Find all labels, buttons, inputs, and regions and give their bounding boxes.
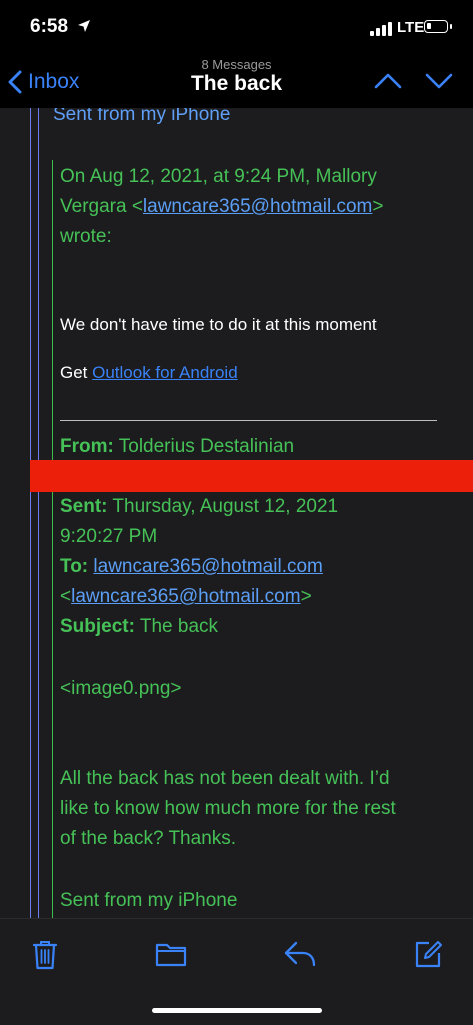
body-line: We don't have time to do it at this mome… xyxy=(60,315,377,334)
sent-line: Sent: Thursday, August 12, 2021 xyxy=(60,492,338,522)
quote-intro-text: Vergara < xyxy=(60,196,143,217)
paragraph-line-2: like to know how much more for the rest xyxy=(60,798,396,819)
paragraph-line-3: of the back? Thanks. xyxy=(60,828,237,849)
sent-time: 9:20:27 PM xyxy=(60,526,158,547)
paragraph-line-1: All the back has not been dealt with. I’… xyxy=(60,768,390,789)
quote-intro-close: > xyxy=(372,196,384,217)
divider xyxy=(60,420,437,421)
to-lt: < xyxy=(60,586,72,607)
subject-line: Subject: The back xyxy=(60,612,218,642)
from-line: From: Tolderius Destalinian xyxy=(60,432,294,462)
redaction-bar xyxy=(30,460,473,492)
outlook-link[interactable]: Outlook for Android xyxy=(92,363,238,382)
get-outlook-line: Get Outlook for Android xyxy=(60,358,238,388)
battery-icon xyxy=(424,20,452,33)
next-message-button[interactable] xyxy=(424,70,454,92)
to-gt: > xyxy=(300,586,312,607)
status-bar: 6:58 LTE xyxy=(0,0,473,54)
from-label: From: xyxy=(60,436,114,457)
trash-icon[interactable] xyxy=(32,939,58,971)
quote-bar-3 xyxy=(52,160,53,918)
status-time: 6:58 xyxy=(30,16,69,37)
attachment-placeholder: <image0.png> xyxy=(60,678,182,699)
previous-message-button[interactable] xyxy=(373,70,403,92)
sent-value: Thursday, August 12, 2021 xyxy=(107,496,339,517)
quote-intro-line-1: On Aug 12, 2021, at 9:24 PM, Mallory xyxy=(60,166,377,187)
to-line-2: <lawncare365@hotmail.com> xyxy=(60,582,312,612)
subject-value: The back xyxy=(134,616,219,637)
location-arrow-icon xyxy=(78,20,90,32)
get-label: Get xyxy=(60,363,93,382)
network-label: LTE xyxy=(397,19,425,36)
reply-icon[interactable] xyxy=(283,939,317,969)
message-body[interactable]: Sent from my iPhone On Aug 12, 2021, at … xyxy=(0,108,473,918)
to-line: To: lawncare365@hotmail.com xyxy=(60,552,323,582)
quote-bar-1 xyxy=(30,108,31,918)
sent-label: Sent: xyxy=(60,496,108,517)
signal-icon xyxy=(370,22,392,36)
quote-bar-2 xyxy=(38,108,39,918)
from-value: Tolderius Destalinian xyxy=(113,436,295,457)
nav-bar: Inbox 8 Messages The back xyxy=(0,54,473,108)
to-email-link-2[interactable]: lawncare365@hotmail.com xyxy=(71,586,300,607)
subject-label: Subject: xyxy=(60,616,135,637)
quote-intro-line-3: wrote: xyxy=(60,226,112,247)
bottom-signature: Sent from my iPhone xyxy=(60,890,238,911)
folder-icon[interactable] xyxy=(155,939,187,969)
top-signature: Sent from my iPhone xyxy=(53,108,231,125)
compose-icon[interactable] xyxy=(413,939,443,969)
sender-email-link[interactable]: lawncare365@hotmail.com xyxy=(143,196,372,217)
home-indicator[interactable] xyxy=(152,1008,322,1013)
quote-intro-line-2: Vergara <lawncare365@hotmail.com> xyxy=(60,192,383,222)
to-email-link[interactable]: lawncare365@hotmail.com xyxy=(93,556,322,577)
to-label: To: xyxy=(60,556,89,577)
